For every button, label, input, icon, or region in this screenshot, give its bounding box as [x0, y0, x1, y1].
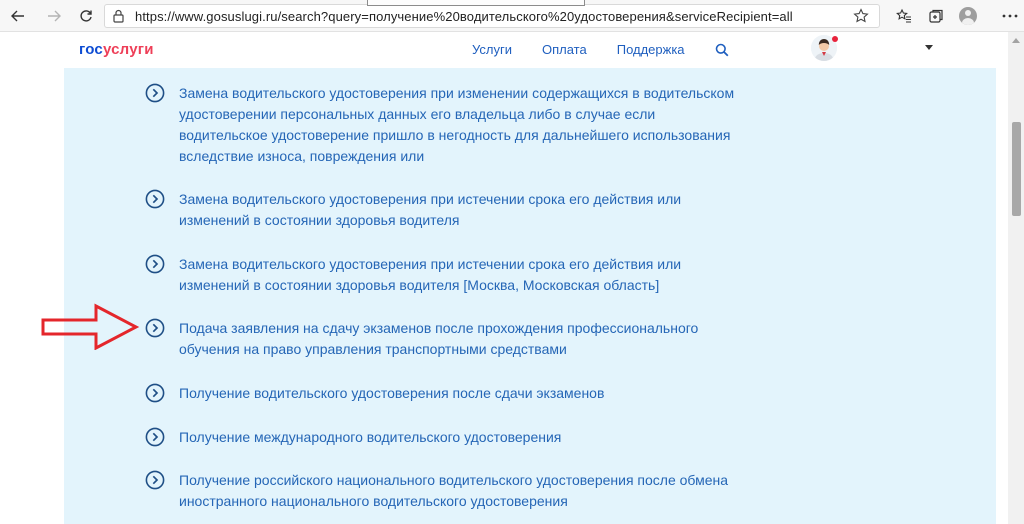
result-link[interactable]: Замена водительского удостоверения при и… [179, 254, 739, 296]
forward-icon [48, 10, 61, 22]
nav-link-payment[interactable]: Оплата [542, 42, 587, 57]
result-link[interactable]: Замена водительского удостоверения при и… [179, 189, 739, 231]
url-text: https://www.gosuslugi.ru/search?query=по… [135, 8, 793, 24]
back-button[interactable] [2, 0, 34, 32]
profile-button[interactable] [952, 0, 984, 32]
chevron-circle-icon [145, 83, 165, 103]
collections-button[interactable] [920, 0, 952, 32]
result-link[interactable]: Получение международного водительского у… [179, 427, 739, 448]
menu-icon [1002, 14, 1018, 18]
search-icon[interactable] [715, 43, 729, 57]
collections-icon [929, 9, 943, 23]
result-link[interactable]: Подача заявления на сдачу экзаменов посл… [179, 318, 739, 360]
result-item[interactable]: Подача заявления на сдачу экзаменов посл… [145, 318, 739, 360]
result-link[interactable]: Получение российского национального води… [179, 470, 739, 512]
page-scrollbar[interactable] [1008, 32, 1024, 524]
forward-button[interactable] [38, 0, 70, 32]
logo-part-uslugi: услуги [102, 41, 154, 58]
back-icon [11, 10, 24, 22]
refresh-button[interactable] [70, 0, 102, 32]
lock-icon [113, 8, 127, 24]
scrollbar-thumb[interactable] [1012, 122, 1021, 216]
chevron-circle-icon [145, 254, 165, 274]
result-item[interactable]: Замена водительского удостоверения при и… [145, 189, 739, 231]
profile-icon [959, 7, 977, 25]
result-item[interactable]: Получение водительского удостоверения по… [145, 383, 739, 404]
main-nav: Услуги Оплата Поддержка [472, 42, 729, 57]
site-header: госуслуги Услуги Оплата Поддержка [0, 32, 1024, 68]
star-icon[interactable] [853, 8, 869, 27]
result-item[interactable]: Получение российского национального води… [145, 470, 739, 512]
chevron-circle-icon [145, 470, 165, 490]
result-item[interactable]: Замена водительского удостоверения при и… [145, 254, 739, 296]
chevron-circle-icon [145, 383, 165, 403]
chevron-circle-icon [145, 189, 165, 209]
chevron-circle-icon [145, 318, 165, 338]
nav-link-support[interactable]: Поддержка [617, 42, 685, 57]
tooltip [367, 0, 585, 6]
notification-dot [832, 36, 838, 42]
favorites-icon [896, 8, 911, 23]
favorites-button[interactable] [888, 0, 920, 32]
site-logo[interactable]: госуслуги [79, 41, 154, 58]
address-bar[interactable]: https://www.gosuslugi.ru/search?query=по… [104, 4, 880, 28]
refresh-icon [80, 10, 92, 22]
result-link[interactable]: Замена водительского удостоверения при и… [179, 83, 739, 167]
logo-part-gos: гос [79, 41, 103, 58]
result-link[interactable]: Получение водительского удостоверения по… [179, 383, 739, 404]
scroll-up-arrow-icon[interactable] [1012, 38, 1020, 43]
nav-link-services[interactable]: Услуги [472, 42, 512, 57]
chevron-circle-icon [145, 427, 165, 447]
profile-dropdown-caret[interactable] [925, 45, 933, 50]
result-item[interactable]: Получение международного водительского у… [145, 427, 739, 448]
browser-menu-button[interactable] [994, 0, 1024, 32]
red-arrow-annotation [41, 303, 140, 350]
result-item[interactable]: Замена водительского удостоверения при и… [145, 83, 739, 167]
